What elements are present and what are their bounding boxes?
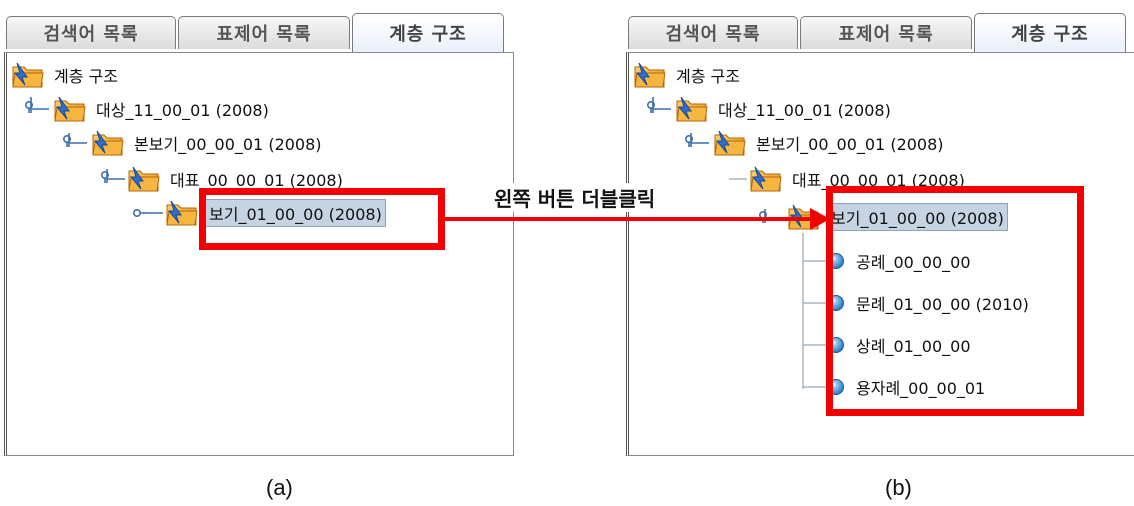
- tree-view: 계층 구조 대상_11_00_01 (2008) 본보기_00_00_01 (2…: [4, 52, 514, 456]
- folder-icon: [11, 61, 45, 89]
- node-label: 계층 구조: [676, 67, 740, 86]
- tree-node-root[interactable]: 계층 구조: [633, 61, 743, 89]
- node-label: 대상_11_00_01 (2008): [718, 101, 891, 120]
- node-label: 본보기_00_00_01 (2008): [756, 135, 944, 154]
- expand-toggle-icon[interactable]: [61, 135, 73, 147]
- tab-hierarchy[interactable]: 계층 구조: [352, 13, 504, 52]
- folder-icon: [675, 95, 709, 123]
- folder-icon: [787, 203, 821, 231]
- caption-b: (b): [885, 475, 912, 500]
- tab-bar: 검색어 목록 표제어 목록 계층 구조: [626, 8, 1134, 54]
- expand-toggle-icon[interactable]: [99, 171, 111, 183]
- expand-toggle-icon[interactable]: [645, 101, 657, 113]
- expand-toggle-icon[interactable]: [133, 207, 145, 219]
- tree-node-level1[interactable]: 대상_11_00_01 (2008): [675, 95, 894, 123]
- tab-search-list[interactable]: 검색어 목록: [6, 16, 176, 49]
- folder-icon: [53, 95, 87, 123]
- tab-bar: 검색어 목록 표제어 목록 계층 구조: [4, 8, 512, 54]
- tab-hierarchy[interactable]: 계층 구조: [974, 13, 1126, 52]
- tree-node-level1[interactable]: 대상_11_00_01 (2008): [53, 95, 272, 123]
- folder-icon: [713, 129, 747, 157]
- tree-node-root[interactable]: 계층 구조: [11, 61, 121, 89]
- caption-a: (a): [266, 475, 293, 500]
- folder-icon: [165, 199, 199, 227]
- highlight-box-a: [199, 188, 445, 250]
- expand-toggle-icon[interactable]: [757, 211, 769, 223]
- tab-search-list[interactable]: 검색어 목록: [628, 16, 798, 49]
- tree-node-level2[interactable]: 본보기_00_00_01 (2008): [713, 129, 947, 157]
- node-label: 계층 구조: [54, 67, 118, 86]
- node-label: 본보기_00_00_01 (2008): [134, 135, 322, 154]
- expand-toggle-icon[interactable]: [683, 135, 695, 147]
- folder-icon: [91, 129, 125, 157]
- expand-toggle-icon[interactable]: [23, 101, 35, 113]
- double-click-label: 왼쪽 버튼 더블클릭: [490, 183, 660, 212]
- highlight-box-b: [826, 186, 1084, 416]
- folder-icon: [749, 165, 783, 193]
- folder-icon: [127, 165, 161, 193]
- folder-icon: [633, 61, 667, 89]
- tree-node-level2[interactable]: 본보기_00_00_01 (2008): [91, 129, 325, 157]
- tab-headword-list[interactable]: 표제어 목록: [800, 16, 972, 49]
- tab-headword-list[interactable]: 표제어 목록: [178, 16, 350, 49]
- node-label: 대상_11_00_01 (2008): [96, 101, 269, 120]
